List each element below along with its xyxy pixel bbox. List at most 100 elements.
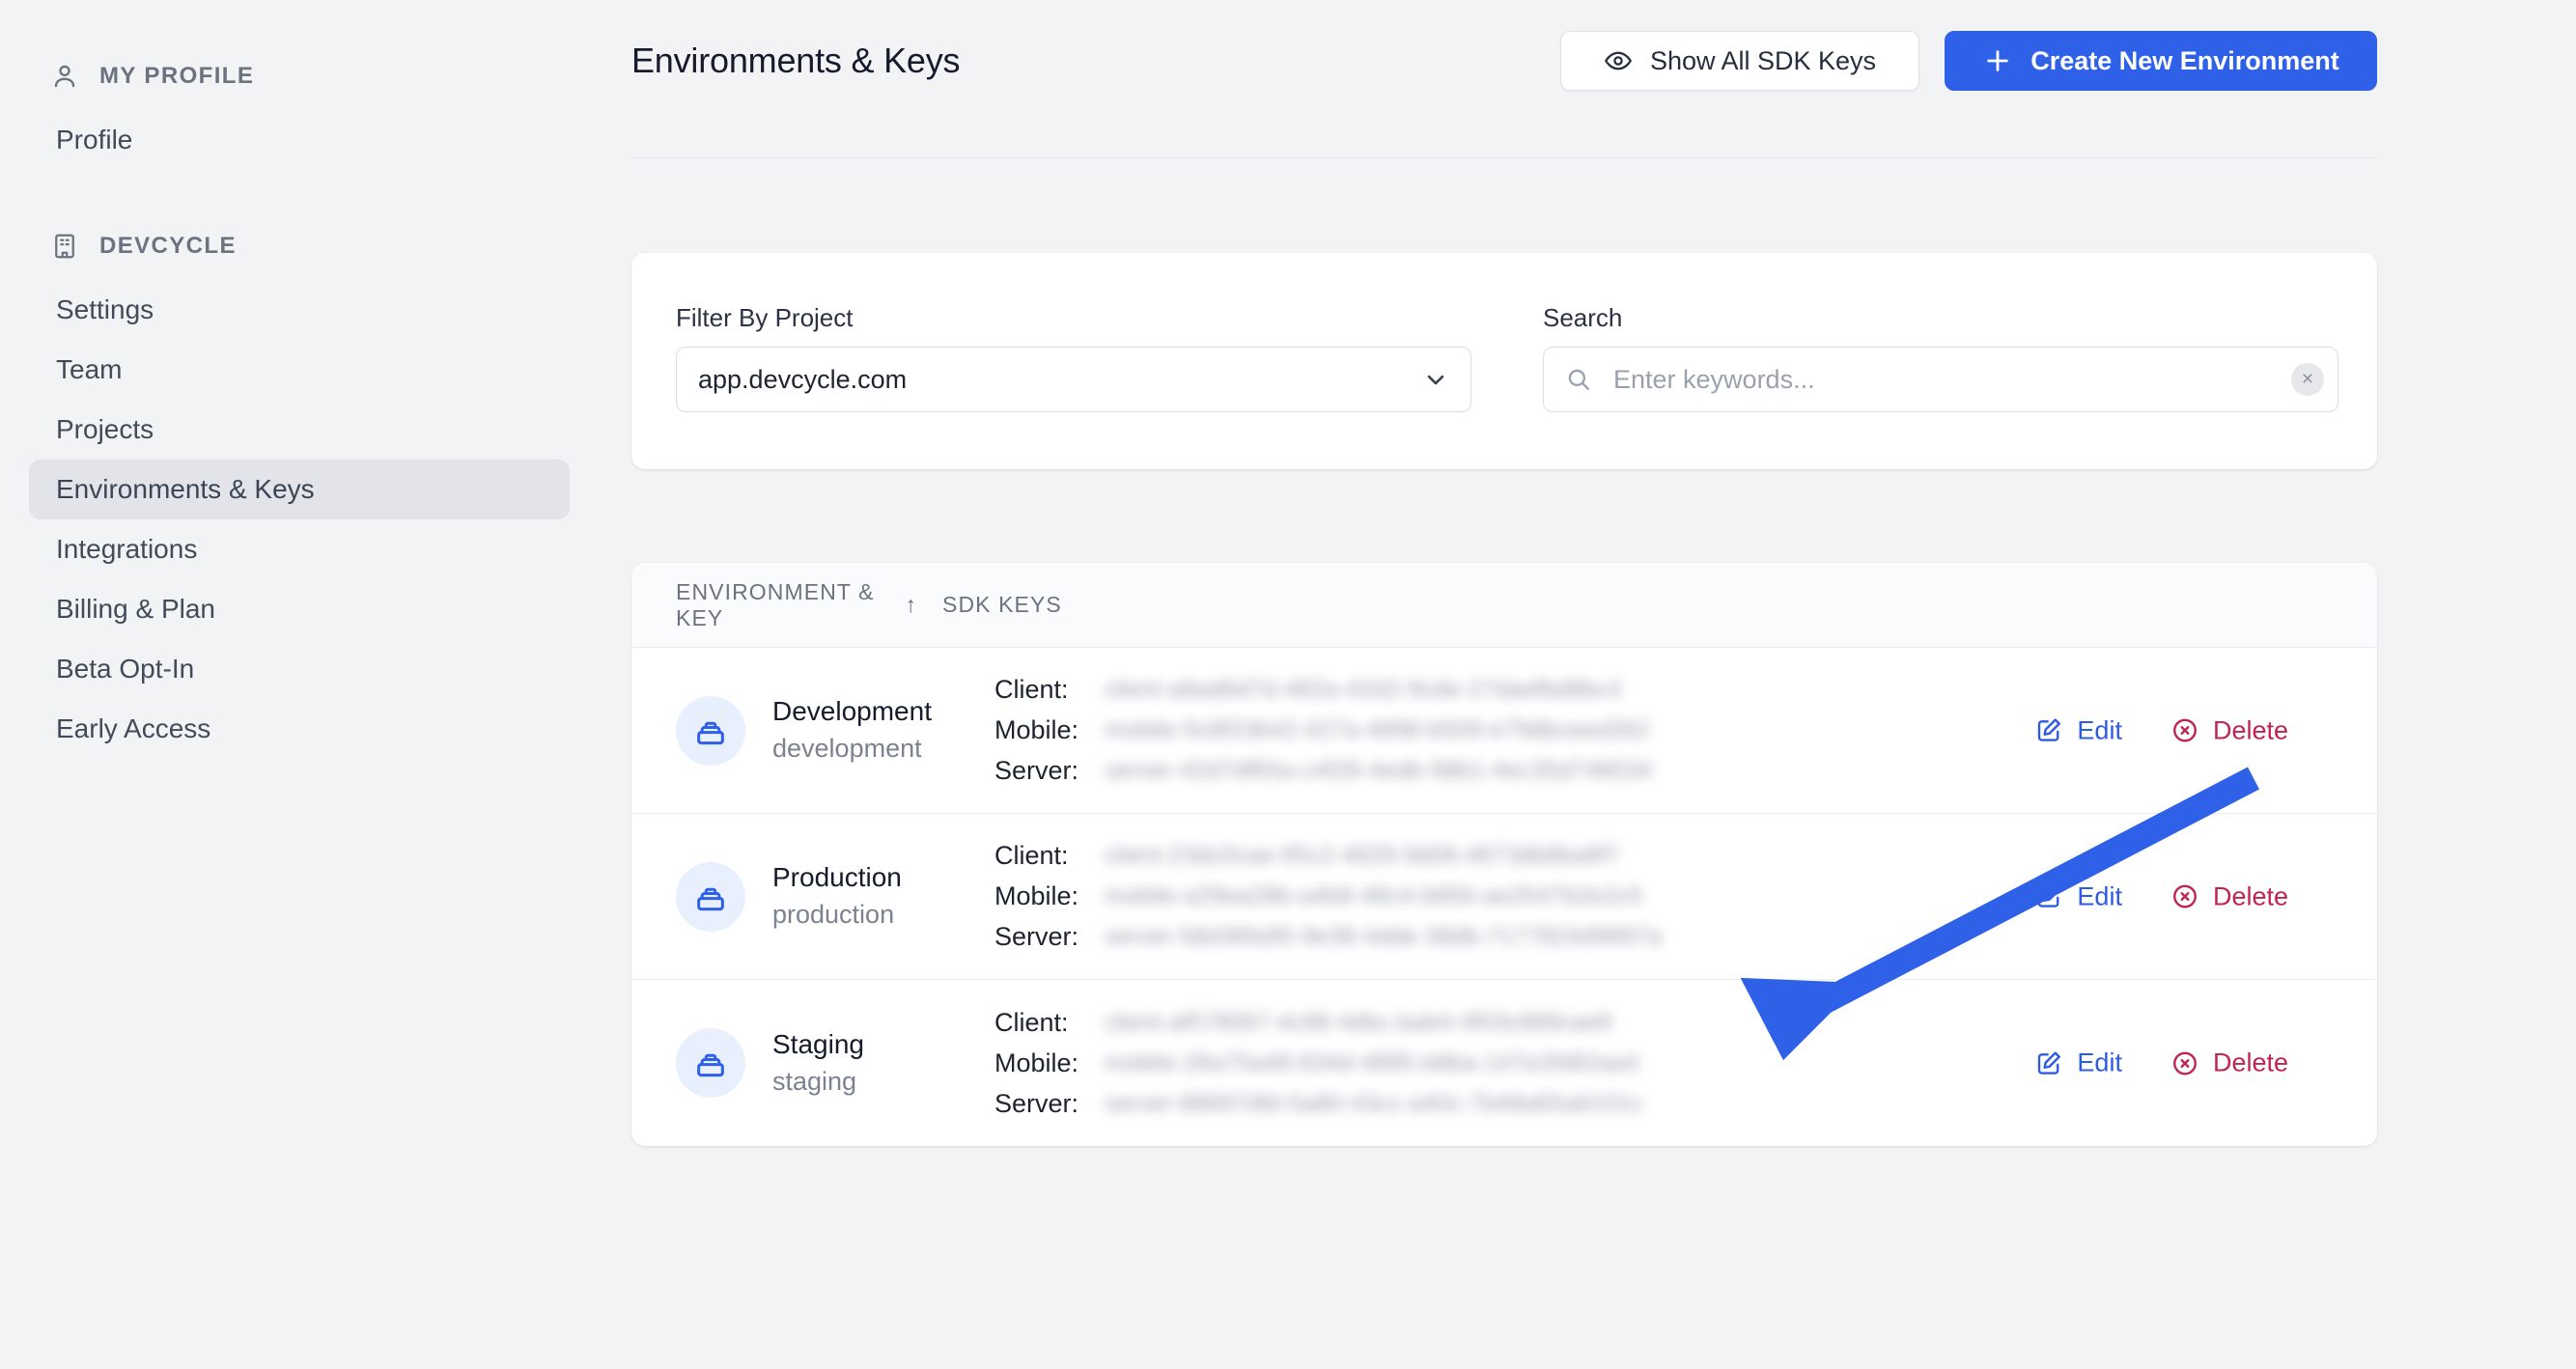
environment-box-icon <box>676 1028 745 1098</box>
client-key-label: Client: <box>994 1007 1069 1037</box>
sidebar-item-projects[interactable]: Projects <box>29 400 570 460</box>
delete-label: Delete <box>2212 881 2288 910</box>
sidebar-section-devcycle: DEVCYCLE <box>0 230 599 263</box>
sdk-key-client: Client: client-23dc0cae-95c2-4829-9d08-4… <box>994 836 1767 877</box>
show-all-sdk-keys-label: Show All SDK Keys <box>1649 45 1877 75</box>
close-circle-icon <box>2170 716 2199 745</box>
environment-key: staging <box>772 1066 857 1096</box>
table-row[interactable]: Staging staging Client: client-af578067-… <box>631 980 2377 1146</box>
project-select-value: app.devcycle.com <box>698 364 908 394</box>
edit-pencil-square-icon <box>2034 1048 2063 1077</box>
table-header-row: ENVIRONMENT & KEY ↑ SDK KEYS <box>631 563 2377 648</box>
sidebar-item-beta-opt-in[interactable]: Beta Opt-In <box>29 639 570 699</box>
delete-button[interactable]: Delete <box>2170 881 2288 911</box>
sidebar-item-team[interactable]: Team <box>29 340 570 400</box>
client-key-value[interactable]: client-23dc0cae-95c2-4829-9d08-4673db8ba… <box>1105 842 1620 870</box>
client-key-label: Client: <box>994 675 1069 704</box>
server-key-value[interactable]: server-58d36fa95-9e38-4dde-38db-7177824d… <box>1105 923 1662 951</box>
server-key-label: Server: <box>994 922 1079 951</box>
building-icon <box>50 232 79 261</box>
sidebar-item-settings[interactable]: Settings <box>29 280 570 340</box>
environment-name: Production <box>772 862 902 893</box>
sort-ascending-icon: ↑ <box>905 592 917 617</box>
client-key-label: Client: <box>994 841 1069 870</box>
sidebar: MY PROFILE Profile DEVCYCLE Settings Tea… <box>0 0 599 1369</box>
mobile-key-label: Mobile: <box>994 881 1079 910</box>
edit-pencil-square-icon <box>2034 716 2063 745</box>
environment-key: development <box>772 734 922 764</box>
project-select[interactable]: app.devcycle.com <box>676 347 1471 412</box>
environment-box-icon <box>676 695 745 766</box>
sidebar-item-billing-plan[interactable]: Billing & Plan <box>29 579 570 639</box>
sidebar-section-label: DEVCYCLE <box>99 233 237 259</box>
sidebar-item-environments-keys[interactable]: Environments & Keys <box>29 460 570 519</box>
search-label: Search <box>1543 303 1623 332</box>
mobile-key-label: Mobile: <box>994 1048 1079 1077</box>
search-input-wrapper[interactable]: Enter keywords... × <box>1543 347 2338 412</box>
search-field: Search Enter keywords... × <box>1543 303 2338 412</box>
filter-by-project-label: Filter By Project <box>676 303 854 332</box>
server-key-label: Server: <box>994 1088 1079 1118</box>
show-all-sdk-keys-button[interactable]: Show All SDK Keys <box>1560 31 1919 91</box>
sidebar-item-integrations[interactable]: Integrations <box>29 519 570 579</box>
environments-table: ENVIRONMENT & KEY ↑ SDK KEYS Development… <box>631 563 2377 1146</box>
page-header: Environments & Keys Show All SDK Keys Cr… <box>599 0 2576 126</box>
environment-cell: Development development <box>676 694 994 766</box>
environment-name: Staging <box>772 1028 864 1059</box>
plus-icon <box>1982 45 2013 76</box>
server-key-label: Server: <box>994 756 1079 785</box>
client-key-value[interactable]: client-a8ad6d7d-482a-42d2-9cde-27daefbd8… <box>1105 676 1621 704</box>
main-content: Environments & Keys Show All SDK Keys Cr… <box>599 0 2576 1369</box>
server-key-value[interactable]: server-42d7df65a-c4f28-4edb-98b1-4ec35d7… <box>1105 757 1652 785</box>
mobile-key-value[interactable]: mobile-26a75a48-834d-4895-b8ba-147e2fd82… <box>1105 1049 1638 1077</box>
sidebar-section-label: MY PROFILE <box>99 63 255 89</box>
column-header-sdk-keys: SDK KEYS <box>942 592 1062 617</box>
app-root: MY PROFILE Profile DEVCYCLE Settings Tea… <box>0 0 2576 1369</box>
eye-icon <box>1604 46 1633 75</box>
header-divider <box>631 157 2377 158</box>
client-key-value[interactable]: client-af578067-4c88-4dbc-bab4-4f03c889c… <box>1105 1009 1611 1037</box>
sdk-key-server: Server: server-58d36fa95-9e38-4dde-38db-… <box>994 917 1767 958</box>
sidebar-item-profile[interactable]: Profile <box>29 110 570 170</box>
column-header-environment-label: ENVIRONMENT & KEY <box>676 578 875 630</box>
create-new-environment-label: Create New Environment <box>2030 45 2339 75</box>
sidebar-section-my-profile: MY PROFILE <box>0 60 599 93</box>
row-actions: Edit Delete <box>2034 1048 2377 1078</box>
environment-names: Development development <box>772 694 932 766</box>
search-clear-button[interactable]: × <box>2291 363 2324 396</box>
create-new-environment-button[interactable]: Create New Environment <box>1945 31 2377 91</box>
environment-names: Staging staging <box>772 1027 864 1099</box>
mobile-key-value[interactable]: mobile-a29ea28b-a4b8-48c4-b856-ae2547b2e… <box>1105 882 1642 910</box>
sdk-key-server: Server: server-42d7df65a-c4f28-4edb-98b1… <box>994 751 1767 792</box>
edit-label: Edit <box>2077 715 2122 744</box>
search-icon <box>1565 366 1592 393</box>
delete-label: Delete <box>2212 1048 2288 1077</box>
close-circle-icon <box>2170 882 2199 911</box>
chevron-down-icon <box>1422 366 1449 393</box>
table-row[interactable]: Production production Client: client-23d… <box>631 814 2377 980</box>
environment-cell: Production production <box>676 860 994 932</box>
filter-card: Filter By Project app.devcycle.com Searc… <box>631 253 2377 469</box>
filter-by-project-field: Filter By Project app.devcycle.com <box>676 303 1471 412</box>
edit-button[interactable]: Edit <box>2034 881 2122 911</box>
row-actions: Edit Delete <box>2034 881 2377 911</box>
row-actions: Edit Delete <box>2034 715 2377 745</box>
column-header-environment-key[interactable]: ENVIRONMENT & KEY ↑ <box>676 579 917 631</box>
delete-button[interactable]: Delete <box>2170 715 2288 745</box>
search-input[interactable]: Enter keywords... <box>1613 365 1815 395</box>
edit-button[interactable]: Edit <box>2034 1048 2122 1078</box>
sdk-keys-cell: Client: client-af578067-4c88-4dbc-bab4-4… <box>994 1002 1767 1124</box>
sidebar-item-early-access[interactable]: Early Access <box>29 699 570 759</box>
table-row[interactable]: Development development Client: client-a… <box>631 648 2377 814</box>
delete-button[interactable]: Delete <box>2170 1048 2288 1078</box>
mobile-key-label: Mobile: <box>994 715 1079 744</box>
sdk-key-mobile: Mobile: mobile-5c8f23b42-427a-4898-b509-… <box>994 711 1767 751</box>
edit-label: Edit <box>2077 1048 2122 1077</box>
header-actions: Show All SDK Keys Create New Environment <box>1560 31 2377 91</box>
server-key-value[interactable]: server-88697dfd-5a80-43cc-a40c-7b48a65a6… <box>1105 1090 1642 1118</box>
environment-names: Production production <box>772 860 902 932</box>
environment-key: production <box>772 900 895 930</box>
mobile-key-value[interactable]: mobile-5c8f23b42-427a-4898-b509-e79dbcee… <box>1105 716 1649 744</box>
edit-button[interactable]: Edit <box>2034 715 2122 745</box>
environment-cell: Staging staging <box>676 1027 994 1099</box>
